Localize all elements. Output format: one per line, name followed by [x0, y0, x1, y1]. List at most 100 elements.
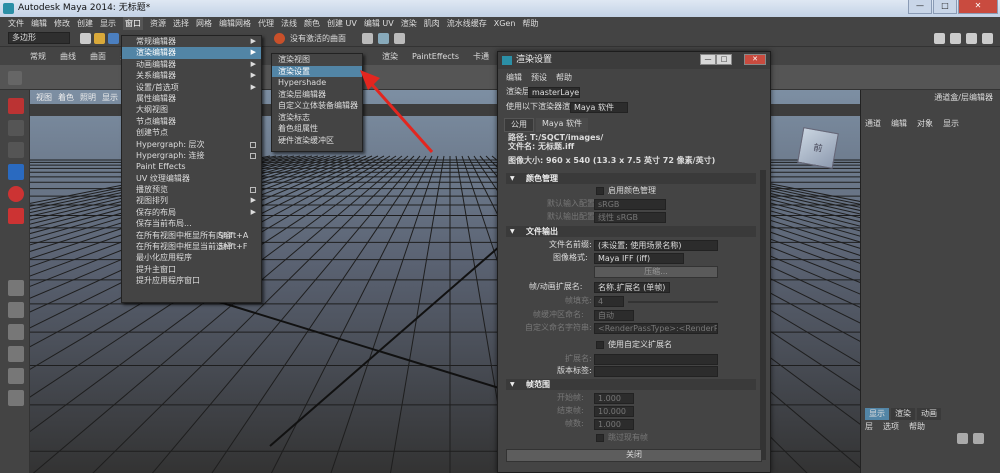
window-menu-item[interactable]: 提升应用程序窗口	[122, 275, 261, 286]
window-menu-item[interactable]: 属性编辑器	[122, 93, 261, 104]
layout-side-icon[interactable]	[8, 324, 24, 340]
window-menu-item[interactable]: 创建节点	[122, 127, 261, 138]
rs-menu-edit[interactable]: 编辑	[506, 72, 522, 84]
render-submenu-item[interactable]: 着色组属性	[272, 123, 362, 135]
attribute-editor-icon[interactable]	[934, 33, 945, 44]
channel-box-icon[interactable]	[966, 33, 977, 44]
option-box-icon[interactable]	[250, 141, 256, 148]
window-menu-item[interactable]: 节点编辑器	[122, 116, 261, 127]
default-output-dropdown[interactable]: 线性 sRGB	[594, 212, 666, 223]
shelf-tab-surfaces[interactable]: 曲面	[90, 48, 106, 65]
window-menu-item[interactable]: 提升主窗口	[122, 264, 261, 275]
save-scene-icon[interactable]	[108, 33, 119, 44]
layer-tab-display[interactable]: 显示	[865, 408, 889, 420]
start-frame-field[interactable]: 1.000	[594, 393, 634, 404]
menu-mesh[interactable]: 网格	[196, 17, 212, 30]
layout-persp-outliner-icon[interactable]	[8, 346, 24, 362]
new-layer-selected-icon[interactable]	[973, 433, 984, 444]
menu-pipeline-cache[interactable]: 流水线缓存	[447, 17, 487, 30]
lasso-tool-icon[interactable]	[8, 120, 24, 136]
render-submenu-item[interactable]: 渲染层编辑器	[272, 89, 362, 101]
layout-graph-icon[interactable]	[8, 368, 24, 384]
tool-settings-icon[interactable]	[950, 33, 961, 44]
viewport-menu-view[interactable]: 视图	[36, 92, 52, 104]
shelf-tab-general[interactable]: 常规	[30, 48, 46, 65]
use-custom-ext-checkbox[interactable]	[596, 341, 604, 349]
minimize-button[interactable]: —	[908, 0, 932, 14]
rs-scrollbar[interactable]	[760, 170, 766, 460]
view-cube[interactable]: 前	[797, 127, 839, 169]
window-menu-item[interactable]: 视图排列 ▶	[122, 195, 261, 206]
window-menu-item[interactable]: Hypergraph: 连接	[122, 150, 261, 161]
layer-editor-icon[interactable]	[982, 33, 993, 44]
filename-prefix-field[interactable]: (未设置; 使用场景名称)	[594, 240, 718, 251]
menu-edit[interactable]: 编辑	[31, 17, 47, 30]
menu-edit-mesh[interactable]: 编辑网格	[219, 17, 251, 30]
window-menu-item[interactable]: UV 纹理编辑器	[122, 173, 261, 184]
mode-dropdown[interactable]: 多边形	[8, 32, 70, 44]
window-menu-item[interactable]: 常规编辑器 ▶	[122, 36, 261, 47]
channel-show-menu[interactable]: 显示	[943, 118, 959, 130]
shelf-tab-toon[interactable]: 卡通	[473, 48, 489, 65]
window-menu-item[interactable]: Hypergraph: 层次	[122, 139, 261, 150]
menu-modify[interactable]: 修改	[54, 17, 70, 30]
layout-single-icon[interactable]	[8, 280, 24, 296]
file-output-header[interactable]: 文件输出	[506, 226, 756, 237]
menu-render[interactable]: 渲染	[401, 17, 417, 30]
option-box-icon[interactable]	[250, 187, 256, 194]
renderer-dropdown[interactable]: Maya 软件	[570, 102, 628, 113]
magnet-icon[interactable]	[274, 33, 285, 44]
tab-common[interactable]: 公用	[504, 118, 534, 132]
viewport-menu-lighting[interactable]: 照明	[80, 92, 96, 104]
option-box-icon[interactable]	[250, 152, 256, 159]
rs-minimize-button[interactable]: —	[700, 54, 716, 65]
layers-menu[interactable]: 层	[865, 421, 873, 433]
close-button[interactable]: ✕	[958, 0, 998, 14]
layer-tab-anim[interactable]: 动画	[917, 408, 941, 420]
ipr-icon[interactable]	[378, 33, 389, 44]
window-menu-item[interactable]: 大纲视图	[122, 104, 261, 115]
custom-naming-field[interactable]: <RenderPassType>:<RenderPass>.<Camera>	[594, 323, 718, 334]
frame-padding-field[interactable]: 4	[594, 296, 624, 307]
layer-help-menu[interactable]: 帮助	[909, 421, 925, 433]
render-submenu-item[interactable]: 渲染标志	[272, 112, 362, 124]
paint-select-icon[interactable]	[8, 142, 24, 158]
menu-file[interactable]: 文件	[8, 17, 24, 30]
render-submenu-item[interactable]: 渲染设置	[272, 65, 362, 77]
menu-display[interactable]: 显示	[100, 17, 116, 30]
frame-ext-dropdown[interactable]: 名称.扩展名 (单帧)	[594, 282, 670, 293]
window-menu-item[interactable]: 关系编辑器 ▶	[122, 70, 261, 81]
color-management-header[interactable]: 颜色管理	[506, 173, 756, 184]
viewport-menu-show[interactable]: 显示	[102, 92, 118, 104]
rs-menu-presets[interactable]: 预设	[531, 72, 547, 84]
menu-window[interactable]: 窗口	[123, 17, 143, 30]
menu-proxy[interactable]: 代理	[258, 17, 274, 30]
window-menu-item[interactable]: 播放预览	[122, 184, 261, 195]
menu-assets[interactable]: 资源	[150, 17, 166, 30]
scale-tool-icon[interactable]	[8, 208, 24, 224]
select-tool-icon[interactable]	[8, 98, 24, 114]
layout-four-icon[interactable]	[8, 302, 24, 318]
version-field[interactable]	[594, 366, 718, 377]
layer-tab-render[interactable]: 渲染	[891, 408, 915, 420]
new-scene-icon[interactable]	[80, 33, 91, 44]
frame-buffer-dropdown[interactable]: 自动	[594, 310, 634, 321]
end-frame-field[interactable]: 10.000	[594, 406, 634, 417]
menu-create-uv[interactable]: 创建 UV	[327, 17, 357, 30]
render-submenu-item[interactable]: 渲染视图	[272, 54, 362, 66]
new-layer-icon[interactable]	[957, 433, 968, 444]
rs-menu-help[interactable]: 帮助	[556, 72, 572, 84]
menu-help[interactable]: 帮助	[522, 17, 538, 30]
menu-color[interactable]: 颜色	[304, 17, 320, 30]
rs-close-x-button[interactable]: ✕	[744, 54, 766, 65]
window-menu-item[interactable]: 最小化应用程序	[122, 252, 261, 263]
tab-maya-software[interactable]: Maya 软件	[536, 118, 588, 132]
window-menu-item[interactable]: 在所有视图中框显当前选择 Shift+F	[122, 241, 261, 252]
render-settings-icon[interactable]	[394, 33, 405, 44]
extension-field[interactable]	[594, 354, 718, 365]
open-scene-icon[interactable]	[94, 33, 105, 44]
image-format-dropdown[interactable]: Maya IFF (iff)	[594, 253, 684, 264]
by-frame-field[interactable]: 1.000	[594, 419, 634, 430]
render-submenu-item[interactable]: Hypershade	[272, 77, 362, 89]
rotate-tool-icon[interactable]	[8, 186, 24, 202]
